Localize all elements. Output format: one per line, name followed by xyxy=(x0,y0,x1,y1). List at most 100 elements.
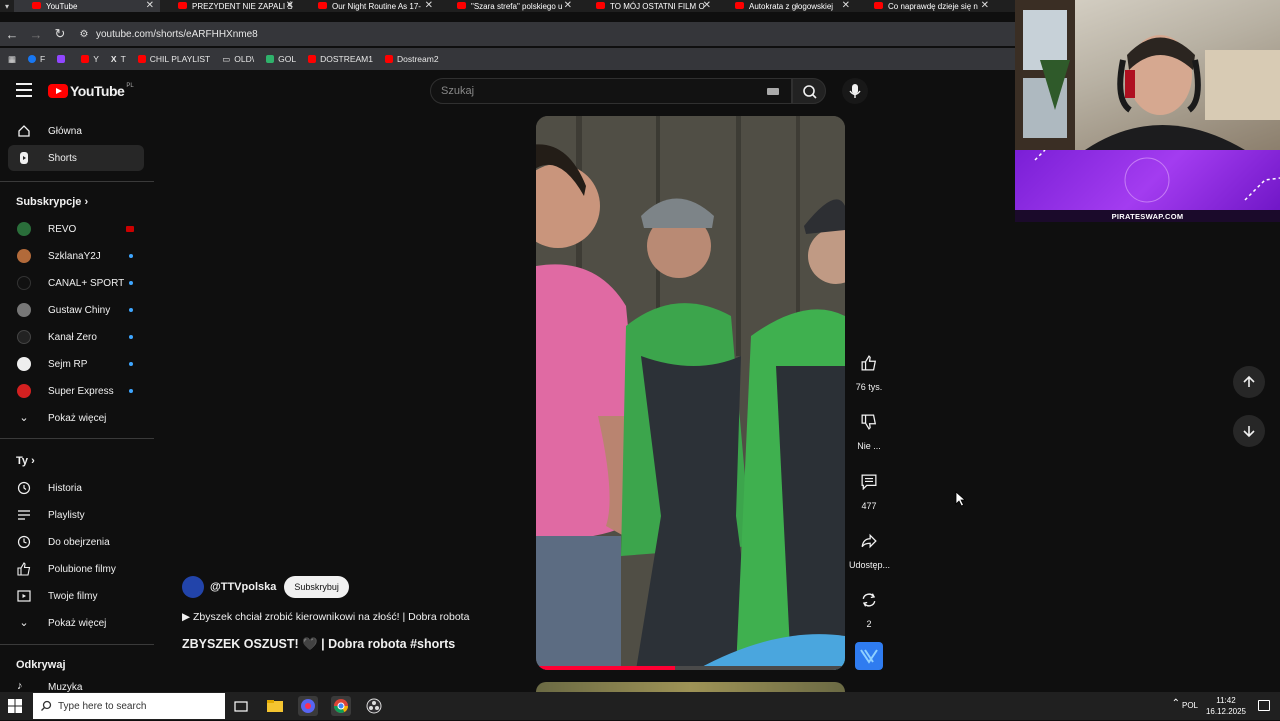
sidebar-sub-sejm-rp[interactable]: Sejm RP xyxy=(8,351,144,377)
sidebar-sub-szklanay2j[interactable]: SzklanaY2J xyxy=(8,243,144,269)
share-button[interactable]: Udostęp... xyxy=(849,526,890,570)
bookmark-facebook[interactable]: F xyxy=(28,54,45,64)
obs-icon[interactable] xyxy=(364,696,384,716)
bookmark-dostream2[interactable]: Dostream2 xyxy=(384,54,439,64)
tab-youtube[interactable]: YouTube ✕ xyxy=(14,0,160,12)
notifications-icon[interactable] xyxy=(1258,700,1270,711)
tab-4[interactable]: "Szara strefa" polskiego u ✕ xyxy=(439,0,578,12)
short-video-player[interactable] xyxy=(536,116,845,670)
url-field[interactable]: youtube.com/shorts/eARFHHXnme8 xyxy=(96,29,258,40)
remix-icon xyxy=(854,585,884,615)
like-icon xyxy=(17,562,31,576)
language-indicator[interactable]: POL xyxy=(1182,701,1198,710)
tab-2[interactable]: PREZYDENT NIE ZAPALI Ś ✕ xyxy=(160,0,300,12)
history-icon xyxy=(17,481,31,495)
sidebar-item-shorts[interactable]: Shorts xyxy=(8,145,144,171)
subscriptions-heading[interactable]: Subskrypcje › xyxy=(16,196,88,208)
dislike-icon xyxy=(854,407,884,437)
sidebar-item-liked[interactable]: Polubione filmy xyxy=(8,556,144,582)
youtube-icon xyxy=(81,55,90,63)
chrome-icon[interactable] xyxy=(331,696,351,716)
taskbar-search-input[interactable]: Type here to search xyxy=(33,693,225,719)
task-view-icon[interactable] xyxy=(231,696,251,716)
sidebar-item-home[interactable]: Główna xyxy=(8,118,144,144)
sidebar-item-watch-later[interactable]: Do obejrzenia xyxy=(8,529,144,555)
back-icon[interactable]: ← xyxy=(0,27,24,42)
channel-name[interactable]: @TTVpolska xyxy=(210,581,276,593)
subscribe-button[interactable]: Subskrybuj xyxy=(284,576,349,598)
close-tab-icon[interactable]: ✕ xyxy=(564,0,572,11)
sidebar-item-playlists[interactable]: Playlisty xyxy=(8,502,144,528)
next-short-preview[interactable] xyxy=(536,682,845,692)
video-progress-bar[interactable] xyxy=(536,666,676,670)
like-button[interactable]: 76 tys. xyxy=(849,348,889,392)
youtube-logo[interactable]: YouTube PL xyxy=(48,83,134,99)
bookmark-chil-playlist[interactable]: CHIL PLAYLIST xyxy=(137,54,210,64)
comment-count: 477 xyxy=(861,501,877,511)
voice-search-button[interactable] xyxy=(842,78,868,104)
keyboard-icon[interactable] xyxy=(767,88,779,95)
sidebar-divider xyxy=(0,181,154,182)
discord-icon[interactable] xyxy=(298,696,318,716)
close-tab-icon[interactable]: ✕ xyxy=(425,0,433,11)
next-short-button[interactable] xyxy=(1233,415,1265,447)
sidebar-item-music[interactable]: ♪ Muzyka xyxy=(8,678,144,692)
sound-thumbnail[interactable] xyxy=(855,642,883,670)
bookmark-twitch[interactable] xyxy=(57,55,69,63)
sidebar-sub-gustaw-chiny[interactable]: Gustaw Chiny xyxy=(8,297,144,323)
sidebar-show-more[interactable]: ⌄ Pokaż więcej xyxy=(8,405,144,431)
arrow-down-icon xyxy=(1233,415,1265,447)
bookmark-label: GOL xyxy=(278,54,297,64)
tab-search-icon[interactable]: ▾ xyxy=(0,2,14,11)
reload-icon[interactable]: ↻ xyxy=(48,26,72,42)
close-tab-icon[interactable]: ✕ xyxy=(981,0,989,11)
bookmark-old[interactable]: ▭ OLD\ xyxy=(222,54,254,65)
close-tab-icon[interactable]: ✕ xyxy=(842,0,850,11)
remix-button[interactable]: 2 xyxy=(849,585,889,629)
avatar xyxy=(17,384,31,398)
sidebar-sub-super-express[interactable]: Super Express xyxy=(8,378,144,404)
sidebar-item-your-videos[interactable]: Twoje filmy xyxy=(8,583,144,609)
bookmark-x[interactable]: XT xyxy=(111,54,126,64)
tab-3[interactable]: Our Night Routine As 17- ✕ xyxy=(300,0,439,12)
short-title[interactable]: ZBYSZEK OSZUST! 🖤 | Dobra robota #shorts xyxy=(182,637,455,652)
short-description[interactable]: ▶ Zbyszek chciał zrobić kierownikowi na … xyxy=(182,611,469,623)
microphone-icon xyxy=(849,84,861,98)
youtube-favicon-icon xyxy=(457,2,466,9)
windows-start-icon[interactable] xyxy=(8,699,22,713)
close-tab-icon[interactable]: ✕ xyxy=(286,0,294,11)
sidebar-item-label: Shorts xyxy=(48,152,77,164)
sidebar-item-history[interactable]: Historia xyxy=(8,475,144,501)
sidebar-item-label: Twoje filmy xyxy=(48,590,98,602)
you-heading[interactable]: Ty › xyxy=(16,455,35,467)
sidebar-sub-canal-sport[interactable]: CANAL+ SPORT xyxy=(8,270,144,296)
sidebar-item-label: SzklanaY2J xyxy=(48,250,101,262)
site-info-icon[interactable]: ⚙ xyxy=(72,29,96,40)
bookmark-gol[interactable]: GOL xyxy=(266,54,296,64)
apps-icon[interactable]: ▦ xyxy=(8,54,16,65)
previous-short-button[interactable] xyxy=(1233,366,1265,398)
comments-button[interactable]: 477 xyxy=(849,467,889,511)
youtube-play-icon xyxy=(48,84,68,98)
system-tray-chevron-icon[interactable]: ⌃ xyxy=(1172,698,1180,709)
sidebar-sub-kanal-zero[interactable]: Kanał Zero xyxy=(8,324,144,350)
search-button[interactable] xyxy=(792,78,826,104)
sidebar-item-label: Muzyka xyxy=(48,682,83,692)
forward-icon[interactable]: → xyxy=(24,27,48,42)
bookmark-youtube[interactable]: Y xyxy=(81,54,99,64)
sidebar-show-more-2[interactable]: ⌄ Pokaż więcej xyxy=(8,610,144,636)
tab-6[interactable]: Autokrata z głogowskiej ✕ xyxy=(717,0,856,12)
taskbar-clock[interactable]: 11:42 16.12.2025 xyxy=(1206,695,1246,717)
hamburger-menu-icon[interactable] xyxy=(16,83,32,97)
tab-7[interactable]: Co naprawdę dzieje się n ✕ xyxy=(856,0,995,12)
dislike-button[interactable]: Nie ... xyxy=(849,407,889,451)
close-tab-icon[interactable]: ✕ xyxy=(146,0,154,11)
file-explorer-icon[interactable] xyxy=(265,696,285,716)
channel-avatar[interactable] xyxy=(182,576,204,598)
sidebar-sub-revo[interactable]: REVO xyxy=(8,216,144,242)
bookmark-label: F xyxy=(40,54,46,64)
tab-5[interactable]: TO MÓJ OSTATNI FILM O ✕ xyxy=(578,0,717,12)
bookmark-dostream1[interactable]: DOSTREAM1 xyxy=(308,54,373,64)
search-input[interactable]: Szukaj xyxy=(430,78,792,104)
close-tab-icon[interactable]: ✕ xyxy=(703,0,711,11)
